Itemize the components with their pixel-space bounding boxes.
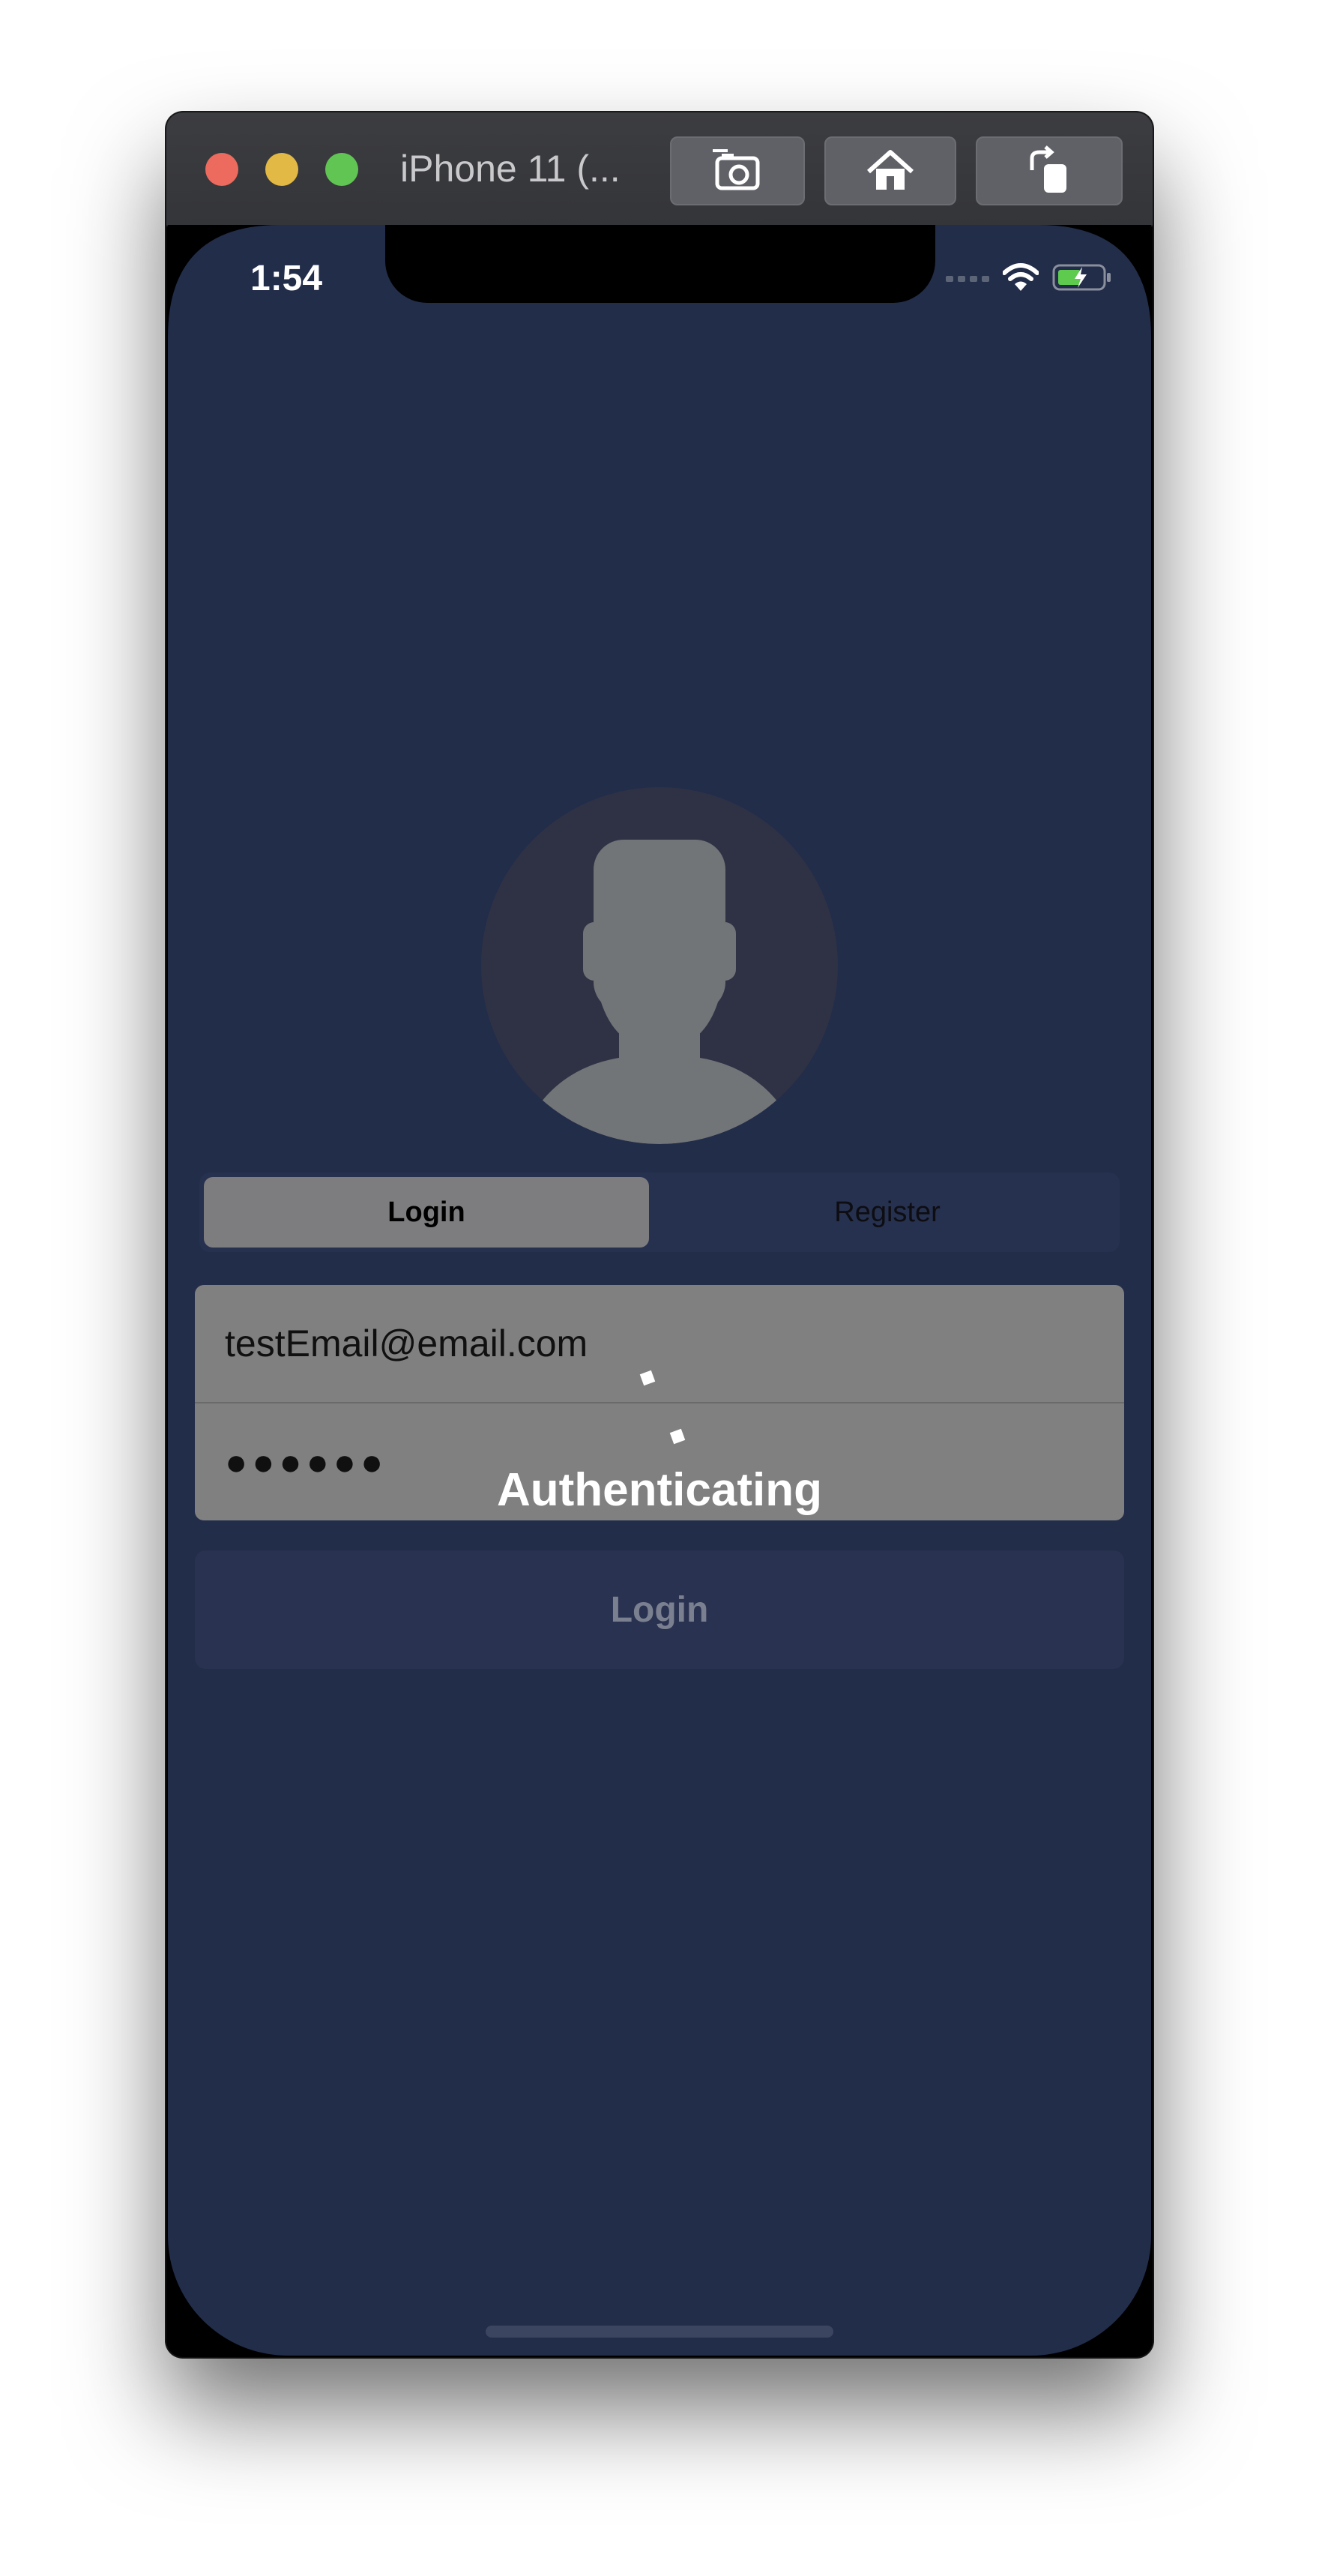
avatar	[481, 787, 838, 1144]
rotate-icon	[1030, 145, 1066, 193]
login-register-segmented-control: Login Register	[199, 1173, 1120, 1252]
segment-register[interactable]: Register	[660, 1177, 1115, 1248]
device-notch	[385, 225, 935, 303]
email-field[interactable]: testEmail@email.com	[195, 1285, 1124, 1403]
device-screen: 1:54 Login Register testEmail@email.com …	[168, 225, 1151, 2356]
home-indicator[interactable]	[486, 2326, 833, 2338]
user-silhouette-icon	[541, 840, 778, 1144]
screenshot-button[interactable]	[670, 136, 805, 205]
status-time: 1:54	[250, 259, 323, 298]
screenshot-icon	[713, 149, 760, 190]
home-icon	[866, 150, 914, 190]
email-value: testEmail@email.com	[225, 1322, 588, 1364]
authenticating-label: Authenticating	[497, 1464, 822, 1516]
status-icons	[946, 262, 1112, 292]
window-title: iPhone 11 (...	[400, 148, 621, 190]
zoom-window-button[interactable]	[325, 153, 358, 186]
minimize-window-button[interactable]	[265, 153, 298, 186]
battery-charging-icon	[1052, 264, 1111, 291]
home-button[interactable]	[824, 136, 956, 205]
simulator-window: iPhone 11 (... 1:54 Login Register testE…	[166, 112, 1153, 2357]
close-window-button[interactable]	[205, 153, 238, 186]
rotate-button[interactable]	[976, 136, 1123, 205]
login-button[interactable]: Login	[195, 1550, 1124, 1669]
wifi-icon	[1003, 263, 1039, 291]
window-titlebar: iPhone 11 (...	[166, 112, 1153, 226]
segment-login[interactable]: Login	[204, 1177, 649, 1248]
signal-icon	[946, 276, 989, 282]
